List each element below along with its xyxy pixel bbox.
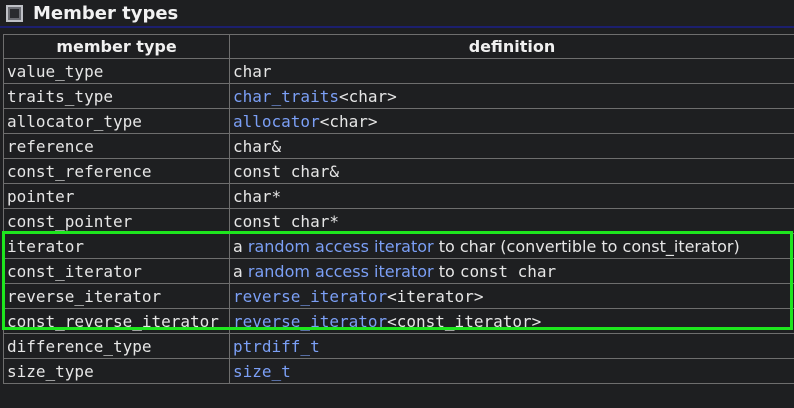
member-type-cell: const_reverse_iterator <box>3 308 230 334</box>
definition-text: char <box>233 61 272 81</box>
table-row: const_reference const char& <box>3 158 794 184</box>
definition-text: to <box>433 261 460 281</box>
header-divider <box>0 26 794 28</box>
column-header-member-type: member type <box>3 34 230 59</box>
member-type-cell: const_pointer <box>3 208 230 234</box>
column-header-definition: definition <box>229 34 794 59</box>
table-row: iterator a random access iterator to char… <box>3 233 794 259</box>
member-type-cell: const_reference <box>3 158 230 184</box>
definition-cell: ptrdiff_t <box>229 333 794 359</box>
definition-text: const char <box>459 261 557 281</box>
definition-text: to <box>433 236 460 256</box>
definition-cell: const char& <box>229 158 794 184</box>
definition-text: <char> <box>319 111 378 131</box>
section-header: Member types <box>0 0 794 28</box>
definition-cell: a random access iterator to char (conver… <box>229 233 794 259</box>
definition-text: const_iterator <box>622 236 734 256</box>
table-row: const_reverse_iterator reverse_iterator<c… <box>3 308 794 334</box>
definition-text: ) <box>733 236 740 256</box>
member-type-cell: pointer <box>3 183 230 209</box>
definition-cell: reverse_iterator<const_iterator> <box>229 308 794 334</box>
definition-text: const char* <box>233 211 339 231</box>
member-type-cell: const_iterator <box>3 258 230 284</box>
member-type-cell: reverse_iterator <box>3 283 230 309</box>
table-row: reference char& <box>3 133 794 159</box>
definition-cell: char_traits<char> <box>229 83 794 109</box>
definition-cell: reverse_iterator<iterator> <box>229 283 794 309</box>
table-row: value_type char <box>3 58 794 84</box>
table-row: difference_type ptrdiff_t <box>3 333 794 359</box>
table-row: const_pointer const char* <box>3 208 794 234</box>
table-row: allocator_type allocator<char> <box>3 108 794 134</box>
definition-link[interactable]: char_traits <box>233 87 339 106</box>
member-type-cell: traits_type <box>3 83 230 109</box>
table-body: value_type char traits_type char_traits<cha… <box>3 58 794 384</box>
definition-cell: char& <box>229 133 794 159</box>
definition-text: <const_iterator> <box>387 311 542 331</box>
definition-text: <char> <box>338 86 397 106</box>
member-type-cell: reference <box>3 133 230 159</box>
definition-cell: char <box>229 58 794 84</box>
definition-link[interactable]: ptrdiff_t <box>233 337 320 356</box>
section-title: Member types <box>33 3 179 24</box>
definition-text: char& <box>233 136 282 156</box>
definition-link[interactable]: reverse_iterator <box>233 312 387 331</box>
definition-text: a <box>233 236 248 256</box>
table-row: reverse_iterator reverse_iterator<iterato… <box>3 283 794 309</box>
table-row: traits_type char_traits<char> <box>3 83 794 109</box>
definition-link[interactable]: allocator <box>233 112 320 131</box>
definition-cell: a random access iterator to const char <box>229 258 794 284</box>
table-row: pointer char* <box>3 183 794 209</box>
definition-text: (convertible to <box>495 236 623 256</box>
definition-text: char <box>459 236 496 256</box>
definition-text: char* <box>233 186 282 206</box>
definition-cell: char* <box>229 183 794 209</box>
member-type-cell: allocator_type <box>3 108 230 134</box>
definition-cell: allocator<char> <box>229 108 794 134</box>
member-type-cell: difference_type <box>3 333 230 359</box>
table-header-row: member type definition <box>3 34 794 59</box>
definition-link[interactable]: random access iterator <box>248 237 434 256</box>
table-row: const_iterator a random access iterator t… <box>3 258 794 284</box>
member-type-cell: size_type <box>3 358 230 384</box>
definition-text: <iterator> <box>387 286 484 306</box>
definition-link[interactable]: size_t <box>233 362 291 381</box>
definition-cell: const char* <box>229 208 794 234</box>
definition-text: const char& <box>233 161 339 181</box>
member-type-cell: iterator <box>3 233 230 259</box>
definition-link[interactable]: reverse_iterator <box>233 287 387 306</box>
section-box-icon <box>6 5 23 22</box>
definition-link[interactable]: random access iterator <box>248 262 434 281</box>
definition-cell: size_t <box>229 358 794 384</box>
table-row: size_type size_t <box>3 358 794 384</box>
definition-text: a <box>233 261 248 281</box>
member-type-cell: value_type <box>3 58 230 84</box>
member-types-table: member type definition value_type char tra… <box>3 34 794 384</box>
